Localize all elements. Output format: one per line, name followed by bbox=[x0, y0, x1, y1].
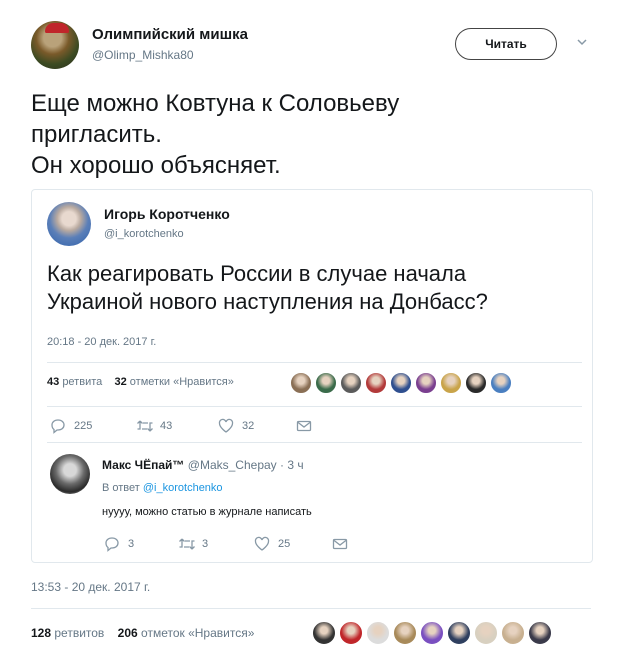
liker-avatar[interactable] bbox=[340, 372, 362, 394]
likes-label: отметок «Нравится» bbox=[141, 626, 255, 640]
follow-button[interactable]: Читать bbox=[455, 28, 557, 60]
liker-avatar[interactable] bbox=[501, 621, 525, 645]
quoted-likes-count: 32 bbox=[114, 376, 127, 388]
reply-icon bbox=[105, 537, 119, 552]
envelope-icon bbox=[332, 538, 348, 550]
divider bbox=[47, 442, 582, 443]
author-name-text[interactable]: Олимпийский мишка bbox=[92, 26, 248, 43]
tweet-text: Еще можно Ковтуна к Соловьеву пригласить… bbox=[31, 88, 591, 181]
reply-icon bbox=[51, 419, 65, 434]
like-count: 32 bbox=[242, 420, 255, 432]
retweet-icon bbox=[137, 420, 153, 432]
liker-avatar[interactable] bbox=[339, 621, 363, 645]
tweet-line: Он хорошо объясняет. bbox=[31, 152, 281, 179]
liker-avatar[interactable] bbox=[474, 621, 498, 645]
quoted-line: Как реагировать России в случае начала bbox=[47, 261, 467, 286]
reply-header: Макс ЧЁпай™ @Maks_Chepay · 3 ч bbox=[102, 458, 304, 472]
author-avatar[interactable] bbox=[31, 21, 79, 69]
heart-icon bbox=[254, 536, 270, 551]
in-reply-label: В ответ bbox=[102, 482, 140, 494]
liker-avatar[interactable] bbox=[447, 621, 471, 645]
liker-avatar[interactable] bbox=[465, 372, 487, 394]
likes-count: 206 bbox=[117, 626, 138, 640]
reply-author-avatar[interactable] bbox=[50, 454, 90, 494]
quoted-likes-label: отметки «Нравится» bbox=[129, 376, 234, 388]
divider bbox=[31, 608, 591, 609]
liker-avatar[interactable] bbox=[528, 621, 552, 645]
liker-avatar[interactable] bbox=[312, 621, 336, 645]
reply-author-handle[interactable]: @Maks_Chepay bbox=[188, 458, 277, 472]
envelope-icon bbox=[296, 420, 312, 432]
liker-avatar[interactable] bbox=[315, 372, 337, 394]
reply-author-name[interactable]: Макс ЧЁпай™ bbox=[102, 458, 184, 472]
reply-text: нуууу, можно статью в журнале написать bbox=[102, 506, 312, 518]
tweet-timestamp[interactable]: 13:53 - 20 дек. 2017 г. bbox=[31, 580, 150, 594]
divider bbox=[47, 406, 582, 407]
quoted-author-handle[interactable]: @i_korotchenko bbox=[104, 228, 184, 240]
in-reply-link[interactable]: @i_korotchenko bbox=[143, 482, 223, 494]
quoted-author-name[interactable]: Игорь Коротченко bbox=[104, 206, 230, 222]
retweet-icon bbox=[179, 538, 195, 550]
quoted-stats[interactable]: 43 ретвита 32 отметки «Нравится» bbox=[47, 376, 234, 388]
quoted-tweet-card[interactable]: Игорь Коротченко @i_korotchenko Как реаг… bbox=[31, 189, 593, 563]
reply-reply-count: 3 bbox=[128, 538, 135, 550]
reply-count: 225 bbox=[74, 420, 93, 432]
reply-retweet-count: 3 bbox=[202, 538, 209, 550]
quoted-retweets-count: 43 bbox=[47, 376, 60, 388]
liker-avatar[interactable] bbox=[415, 372, 437, 394]
heart-icon bbox=[218, 418, 234, 433]
reply-like-count: 25 bbox=[278, 538, 291, 550]
author-handle[interactable]: @Olimp_Mishka80 bbox=[92, 48, 194, 62]
liker-avatar[interactable] bbox=[440, 372, 462, 394]
tweet-line: Еще можно Ковтуна к Соловьеву bbox=[31, 90, 400, 117]
liker-avatar[interactable] bbox=[393, 621, 417, 645]
liker-avatar[interactable] bbox=[420, 621, 444, 645]
quoted-line: Украиной нового наступления на Донбасс? bbox=[47, 289, 488, 314]
liker-avatar[interactable] bbox=[490, 372, 512, 394]
retweets-count: 128 bbox=[31, 626, 52, 640]
retweets-label: ретвитов bbox=[54, 626, 105, 640]
quoted-author-avatar[interactable] bbox=[47, 202, 91, 246]
divider bbox=[47, 362, 582, 363]
author-name[interactable]: Олимпийский мишка bbox=[92, 26, 248, 43]
liker-avatar[interactable] bbox=[366, 621, 390, 645]
quoted-retweets-label: ретвита bbox=[62, 376, 103, 388]
quoted-timestamp[interactable]: 20:18 - 20 дек. 2017 г. bbox=[47, 336, 156, 348]
liker-avatar[interactable] bbox=[390, 372, 412, 394]
retweet-count: 43 bbox=[160, 420, 173, 432]
tweet-line: пригласить. bbox=[31, 121, 162, 148]
reply-time[interactable]: · 3 ч bbox=[280, 458, 304, 472]
quoted-tweet-text: Как реагировать России в случае начала У… bbox=[47, 260, 587, 316]
liker-avatar[interactable] bbox=[365, 372, 387, 394]
liker-avatar[interactable] bbox=[290, 372, 312, 394]
reply-context: В ответ @i_korotchenko bbox=[102, 482, 223, 494]
tweet-stats[interactable]: 128 ретвитов 206 отметок «Нравится» bbox=[31, 626, 254, 640]
chevron-down-icon[interactable] bbox=[576, 36, 588, 48]
